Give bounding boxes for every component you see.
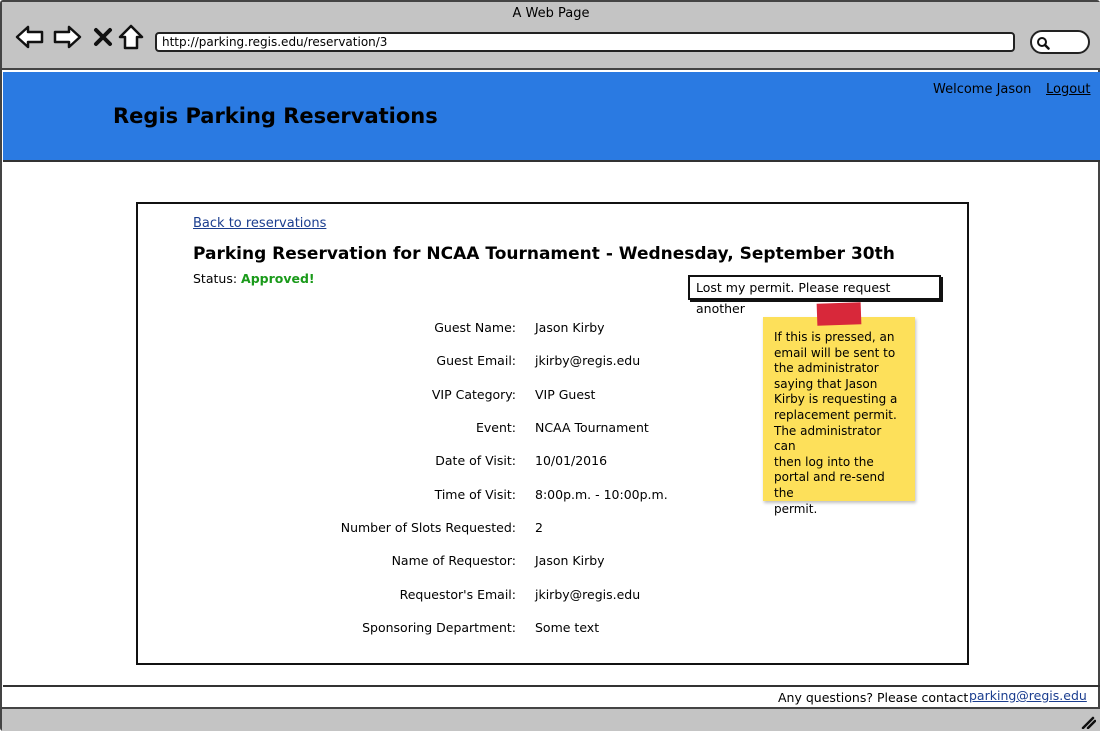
browser-titlebar: A Web Page http://parking.regis.edu/rese… — [2, 2, 1100, 70]
field-value: VIP Guest — [535, 387, 596, 402]
address-bar[interactable]: http://parking.regis.edu/reservation/3 — [155, 32, 1015, 52]
field-value: jkirby@regis.edu — [535, 587, 641, 602]
field-label: Event: — [475, 420, 516, 435]
field-value: 10/01/2016 — [535, 453, 608, 468]
field-value: 8:00p.m. - 10:00p.m. — [535, 487, 668, 502]
forward-arrow-icon[interactable] — [52, 22, 82, 52]
field-row-date-of-visit: Date of Visit: 10/01/2016 — [138, 453, 738, 473]
back-to-reservations-link[interactable]: Back to reservations — [193, 216, 326, 231]
sticky-note-line: replacement permit. — [774, 407, 897, 422]
field-row-guest-email: Guest Email: jkirby@regis.edu — [138, 353, 738, 373]
field-value: Jason Kirby — [535, 553, 605, 568]
field-row-vip-category: VIP Category: VIP Guest — [138, 387, 738, 407]
sticky-note-line: the administrator — [774, 361, 879, 376]
footer-contact-text: Any questions? Please contact — [778, 690, 969, 705]
window-title: A Web Page — [512, 6, 590, 21]
field-label: Date of Visit: — [435, 453, 516, 468]
field-row-requestor-email: Requestor's Email: jkirby@regis.edu — [138, 587, 738, 607]
sticky-note-line: permit. — [774, 501, 818, 516]
sticky-note-line: If this is pressed, an — [774, 330, 895, 344]
field-label: Name of Requestor: — [391, 553, 516, 568]
status-line: Status: Approved! — [193, 271, 315, 286]
field-row-slots-requested: Number of Slots Requested: 2 — [138, 520, 738, 540]
sticky-note-annotation: If this is pressed, an email will be sen… — [763, 317, 915, 516]
field-label: Sponsoring Department: — [362, 620, 516, 635]
field-value: NCAA Tournament — [535, 420, 649, 435]
search-field[interactable] — [1030, 30, 1090, 54]
field-row-guest-name: Guest Name: Jason Kirby — [138, 320, 738, 340]
field-row-event: Event: NCAA Tournament — [138, 420, 738, 440]
page-footer: Any questions? Please contact parking@re… — [3, 685, 1100, 707]
sticky-note-tape — [816, 302, 862, 326]
sticky-note-line: portal and re-send the — [774, 470, 885, 500]
site-header: Regis Parking Reservations Welcome Jason… — [3, 72, 1100, 162]
sticky-note-line: email will be sent to — [774, 345, 896, 360]
field-value: Jason Kirby — [535, 320, 605, 335]
page-title: Parking Reservation for NCAA Tournament … — [193, 244, 895, 264]
request-new-permit-button[interactable]: Lost my permit. Please request another — [688, 275, 941, 316]
field-row-requestor-name: Name of Requestor: Jason Kirby — [138, 553, 738, 573]
search-icon — [1037, 37, 1050, 50]
back-arrow-icon[interactable] — [15, 22, 45, 52]
field-label: Requestor's Email: — [399, 587, 516, 602]
status-label: Status: — [193, 271, 238, 286]
field-value: 2 — [535, 520, 543, 535]
field-row-time-of-visit: Time of Visit: 8:00p.m. - 10:00p.m. — [138, 487, 738, 507]
resize-grip-icon[interactable] — [1080, 715, 1096, 729]
site-title: Regis Parking Reservations — [113, 104, 438, 128]
field-label: VIP Category: — [431, 387, 516, 402]
sticky-note-line: The administrator can — [774, 423, 882, 454]
field-label: Guest Name: — [434, 320, 516, 335]
logout-link[interactable]: Logout — [1046, 82, 1091, 97]
field-label: Time of Visit: — [434, 487, 516, 502]
sticky-note-line: then log into the — [774, 454, 874, 469]
status-badge: Approved! — [241, 271, 315, 286]
browser-statusbar — [2, 707, 1100, 731]
sticky-note-line: saying that Jason — [774, 376, 878, 391]
field-value: jkirby@regis.edu — [535, 353, 641, 368]
footer-email-link[interactable]: parking@regis.edu — [969, 688, 1087, 703]
stop-close-icon[interactable] — [88, 22, 118, 52]
welcome-text: Welcome Jason — [933, 82, 1032, 97]
field-label: Number of Slots Requested: — [340, 520, 516, 535]
sticky-note-line: Kirby is requesting a — [774, 392, 898, 407]
field-row-sponsoring-department: Sponsoring Department: Some text — [138, 620, 738, 640]
home-icon[interactable] — [116, 22, 146, 52]
field-value: Some text — [535, 620, 600, 635]
field-label: Guest Email: — [436, 353, 516, 368]
